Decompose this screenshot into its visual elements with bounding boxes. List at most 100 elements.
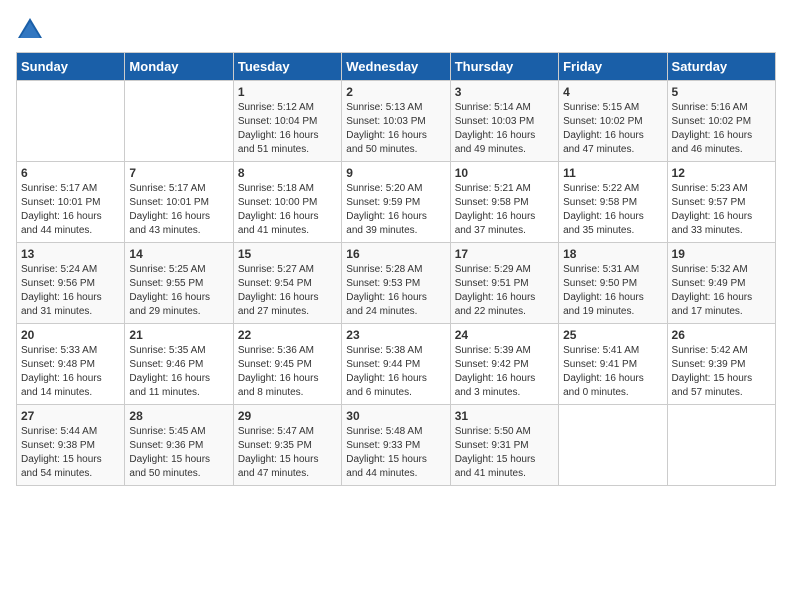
- day-info: Sunrise: 5:41 AMSunset: 9:41 PMDaylight:…: [563, 344, 662, 400]
- day-number: 31: [455, 409, 554, 423]
- day-info: Sunrise: 5:15 AMSunset: 10:02 PMDaylight…: [563, 101, 662, 157]
- calendar-cell: 3Sunrise: 5:14 AMSunset: 10:03 PMDayligh…: [450, 81, 558, 162]
- page-header: [16, 16, 776, 44]
- day-info: Sunrise: 5:21 AMSunset: 9:58 PMDaylight:…: [455, 182, 554, 238]
- day-info: Sunrise: 5:20 AMSunset: 9:59 PMDaylight:…: [346, 182, 445, 238]
- day-info: Sunrise: 5:50 AMSunset: 9:31 PMDaylight:…: [455, 425, 554, 481]
- day-number: 22: [238, 328, 337, 342]
- day-info: Sunrise: 5:22 AMSunset: 9:58 PMDaylight:…: [563, 182, 662, 238]
- day-number: 18: [563, 247, 662, 261]
- day-number: 17: [455, 247, 554, 261]
- day-info: Sunrise: 5:23 AMSunset: 9:57 PMDaylight:…: [672, 182, 771, 238]
- day-number: 21: [129, 328, 228, 342]
- day-number: 15: [238, 247, 337, 261]
- day-info: Sunrise: 5:47 AMSunset: 9:35 PMDaylight:…: [238, 425, 337, 481]
- day-number: 29: [238, 409, 337, 423]
- calendar-cell: 22 Sunrise: 5:36 AMSunset: 9:45 PMDayligh…: [233, 324, 341, 405]
- calendar-cell: 6 Sunrise: 5:17 AMSunset: 10:01 PMDayligh…: [17, 162, 125, 243]
- day-info: Sunrise: 5:45 AMSunset: 9:36 PMDaylight:…: [129, 425, 228, 481]
- calendar-cell: 9 Sunrise: 5:20 AMSunset: 9:59 PMDaylight…: [342, 162, 450, 243]
- calendar-cell: 23 Sunrise: 5:38 AMSunset: 9:44 PMDayligh…: [342, 324, 450, 405]
- day-number: 14: [129, 247, 228, 261]
- day-info: Sunrise: 5:29 AMSunset: 9:51 PMDaylight:…: [455, 263, 554, 319]
- calendar-cell: 5 Sunrise: 5:16 AMSunset: 10:02 PMDayligh…: [667, 81, 775, 162]
- day-number: 8: [238, 166, 337, 180]
- day-number: 25: [563, 328, 662, 342]
- day-info: Sunrise: 5:28 AMSunset: 9:53 PMDaylight:…: [346, 263, 445, 319]
- day-info: Sunrise: 5:38 AMSunset: 9:44 PMDaylight:…: [346, 344, 445, 400]
- day-number: 6: [21, 166, 120, 180]
- calendar-cell: 10Sunrise: 5:21 AMSunset: 9:58 PMDayligh…: [450, 162, 558, 243]
- calendar-cell: 15 Sunrise: 5:27 AMSunset: 9:54 PMDayligh…: [233, 243, 341, 324]
- day-number: 13: [21, 247, 120, 261]
- calendar-cell: 31 Sunrise: 5:50 AMSunset: 9:31 PMDayligh…: [450, 405, 558, 486]
- day-number: 28: [129, 409, 228, 423]
- day-info: Sunrise: 5:48 AMSunset: 9:33 PMDaylight:…: [346, 425, 445, 481]
- day-number: 24: [455, 328, 554, 342]
- calendar-cell: [559, 405, 667, 486]
- day-number: 16: [346, 247, 445, 261]
- calendar-cell: 21 Sunrise: 5:35 AMSunset: 9:46 PMDayligh…: [125, 324, 233, 405]
- calendar-cell: 24 Sunrise: 5:39 AMSunset: 9:42 PMDayligh…: [450, 324, 558, 405]
- calendar-week-row: 20Sunrise: 5:33 AMSunset: 9:48 PMDayligh…: [17, 324, 776, 405]
- day-number: 9: [346, 166, 445, 180]
- day-info: Sunrise: 5:27 AMSunset: 9:54 PMDaylight:…: [238, 263, 337, 319]
- calendar-cell: 12 Sunrise: 5:23 AMSunset: 9:57 PMDayligh…: [667, 162, 775, 243]
- day-info: Sunrise: 5:25 AMSunset: 9:55 PMDaylight:…: [129, 263, 228, 319]
- calendar-header-row: SundayMondayTuesdayWednesdayThursdayFrid…: [17, 53, 776, 81]
- calendar-cell: 16 Sunrise: 5:28 AMSunset: 9:53 PMDayligh…: [342, 243, 450, 324]
- calendar-cell: 8 Sunrise: 5:18 AMSunset: 10:00 PMDayligh…: [233, 162, 341, 243]
- day-number: 5: [672, 85, 771, 99]
- day-info: Sunrise: 5:16 AMSunset: 10:02 PMDaylight…: [672, 101, 771, 157]
- day-number: 1: [238, 85, 337, 99]
- calendar-cell: 1 Sunrise: 5:12 AMSunset: 10:04 PMDayligh…: [233, 81, 341, 162]
- day-info: Sunrise: 5:35 AMSunset: 9:46 PMDaylight:…: [129, 344, 228, 400]
- day-info: Sunrise: 5:39 AMSunset: 9:42 PMDaylight:…: [455, 344, 554, 400]
- calendar-cell: 14 Sunrise: 5:25 AMSunset: 9:55 PMDayligh…: [125, 243, 233, 324]
- day-info: Sunrise: 5:17 AMSunset: 10:01 PMDaylight…: [21, 182, 120, 238]
- calendar-cell: 29 Sunrise: 5:47 AMSunset: 9:35 PMDayligh…: [233, 405, 341, 486]
- day-number: 4: [563, 85, 662, 99]
- day-number: 23: [346, 328, 445, 342]
- day-number: 11: [563, 166, 662, 180]
- calendar-table: SundayMondayTuesdayWednesdayThursdayFrid…: [16, 52, 776, 486]
- day-number: 12: [672, 166, 771, 180]
- calendar-week-row: 27Sunrise: 5:44 AMSunset: 9:38 PMDayligh…: [17, 405, 776, 486]
- calendar-cell: 2 Sunrise: 5:13 AMSunset: 10:03 PMDayligh…: [342, 81, 450, 162]
- day-number: 26: [672, 328, 771, 342]
- calendar-cell: 19 Sunrise: 5:32 AMSunset: 9:49 PMDayligh…: [667, 243, 775, 324]
- header-sunday: Sunday: [17, 53, 125, 81]
- calendar-cell: 7 Sunrise: 5:17 AMSunset: 10:01 PMDayligh…: [125, 162, 233, 243]
- calendar-cell: 17 Sunrise: 5:29 AMSunset: 9:51 PMDayligh…: [450, 243, 558, 324]
- header-saturday: Saturday: [667, 53, 775, 81]
- calendar-cell: [125, 81, 233, 162]
- calendar-cell: 20Sunrise: 5:33 AMSunset: 9:48 PMDayligh…: [17, 324, 125, 405]
- calendar-cell: 30 Sunrise: 5:48 AMSunset: 9:33 PMDayligh…: [342, 405, 450, 486]
- day-info: Sunrise: 5:13 AMSunset: 10:03 PMDaylight…: [346, 101, 445, 157]
- day-info: Sunrise: 5:36 AMSunset: 9:45 PMDaylight:…: [238, 344, 337, 400]
- calendar-cell: 28 Sunrise: 5:45 AMSunset: 9:36 PMDayligh…: [125, 405, 233, 486]
- header-tuesday: Tuesday: [233, 53, 341, 81]
- calendar-cell: [17, 81, 125, 162]
- header-friday: Friday: [559, 53, 667, 81]
- day-number: 30: [346, 409, 445, 423]
- day-number: 7: [129, 166, 228, 180]
- calendar-week-row: 1 Sunrise: 5:12 AMSunset: 10:04 PMDayligh…: [17, 81, 776, 162]
- day-number: 20: [21, 328, 120, 342]
- calendar-week-row: 6 Sunrise: 5:17 AMSunset: 10:01 PMDayligh…: [17, 162, 776, 243]
- day-number: 19: [672, 247, 771, 261]
- day-info: Sunrise: 5:31 AMSunset: 9:50 PMDaylight:…: [563, 263, 662, 319]
- day-number: 2: [346, 85, 445, 99]
- calendar-cell: 25 Sunrise: 5:41 AMSunset: 9:41 PMDayligh…: [559, 324, 667, 405]
- day-info: Sunrise: 5:32 AMSunset: 9:49 PMDaylight:…: [672, 263, 771, 319]
- day-info: Sunrise: 5:17 AMSunset: 10:01 PMDaylight…: [129, 182, 228, 238]
- calendar-cell: 4 Sunrise: 5:15 AMSunset: 10:02 PMDayligh…: [559, 81, 667, 162]
- day-info: Sunrise: 5:18 AMSunset: 10:00 PMDaylight…: [238, 182, 337, 238]
- calendar-cell: 26Sunrise: 5:42 AMSunset: 9:39 PMDayligh…: [667, 324, 775, 405]
- calendar-cell: 18 Sunrise: 5:31 AMSunset: 9:50 PMDayligh…: [559, 243, 667, 324]
- calendar-cell: 27Sunrise: 5:44 AMSunset: 9:38 PMDayligh…: [17, 405, 125, 486]
- calendar-week-row: 13Sunrise: 5:24 AMSunset: 9:56 PMDayligh…: [17, 243, 776, 324]
- day-number: 3: [455, 85, 554, 99]
- day-info: Sunrise: 5:12 AMSunset: 10:04 PMDaylight…: [238, 101, 337, 157]
- day-number: 27: [21, 409, 120, 423]
